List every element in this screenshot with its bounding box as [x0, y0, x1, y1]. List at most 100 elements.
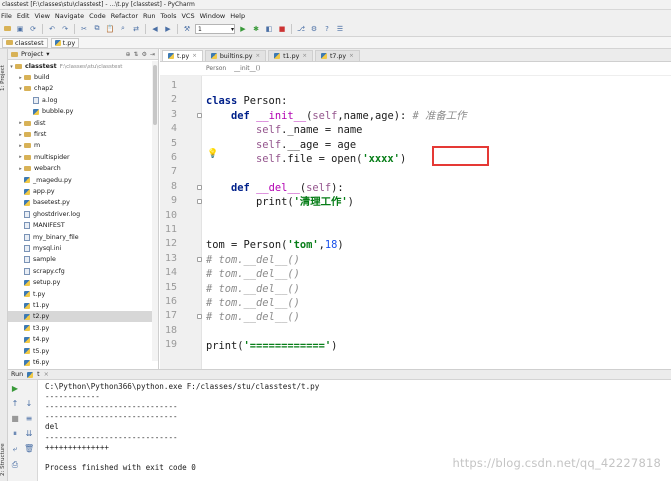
forward-icon[interactable]: ▶ — [163, 24, 173, 34]
wrap-icon[interactable]: ⤶ — [10, 444, 20, 454]
menu-navigate[interactable]: Navigate — [54, 12, 88, 20]
run-tab[interactable]: t — [37, 371, 39, 378]
code-line[interactable]: def __del__(self): — [206, 181, 344, 195]
locate-icon[interactable]: ⊕ — [126, 51, 131, 58]
chevron-right-icon[interactable]: ▸ — [17, 75, 24, 81]
code-line[interactable]: self._name = name — [206, 123, 362, 137]
copy-icon[interactable]: ⧉ — [92, 24, 102, 34]
code-line[interactable]: class Person: — [206, 94, 287, 108]
tree-item[interactable]: my_binary_file — [8, 232, 158, 243]
chevron-down-icon[interactable]: ▾ — [17, 86, 24, 92]
tree-item[interactable]: a.log — [8, 95, 158, 106]
vcs-icon[interactable]: ⎇ — [296, 24, 306, 34]
close-icon[interactable]: × — [44, 371, 49, 378]
tree-item[interactable]: t6.py — [8, 357, 158, 368]
tree-item[interactable]: ▸ multispider — [8, 152, 158, 163]
build-icon[interactable]: ⚒ — [182, 24, 192, 34]
tree-item[interactable]: ▸ m — [8, 140, 158, 151]
find-icon[interactable]: ⌕ — [118, 24, 128, 34]
help-icon[interactable]: ? — [322, 24, 332, 34]
undo-icon[interactable]: ↶ — [47, 24, 57, 34]
stop-icon[interactable]: ■ — [277, 24, 287, 34]
run-icon[interactable]: ▶ — [238, 24, 248, 34]
editor-tab[interactable]: t1.py × — [268, 50, 313, 61]
settings-icon[interactable]: ⚙ — [309, 24, 319, 34]
tree-item[interactable]: t5.py — [8, 346, 158, 357]
menu-file[interactable]: File — [0, 12, 16, 20]
close-icon[interactable]: × — [302, 53, 307, 59]
gear-icon[interactable]: ⚙ — [142, 51, 147, 58]
print-icon[interactable]: ⎙ — [10, 460, 20, 470]
menu-code[interactable]: Code — [88, 12, 110, 20]
tree-item[interactable]: ▸ first — [8, 129, 158, 140]
chevron-right-icon[interactable]: ▸ — [17, 120, 24, 126]
tree-item[interactable]: t4.py — [8, 334, 158, 345]
project-scrollbar[interactable] — [152, 61, 158, 361]
code-line[interactable]: # tom.__del__() — [206, 267, 300, 281]
structure-icon[interactable]: ☰ — [335, 24, 345, 34]
tree-item[interactable]: ▸ webarch — [8, 163, 158, 174]
tree-item[interactable]: sample — [8, 254, 158, 265]
code-line[interactable]: tom = Person('tom',18) — [206, 238, 344, 252]
menu-view[interactable]: View — [33, 12, 53, 20]
scroll-up-icon[interactable]: ↑ — [10, 399, 20, 409]
tree-item[interactable]: bubble.py — [8, 106, 158, 117]
scroll-down-icon[interactable]: ↓ — [24, 399, 34, 409]
structure-tool-tab[interactable]: 2: Structure — [0, 441, 8, 479]
breadcrumb-file[interactable]: t.py — [50, 37, 80, 48]
code-line[interactable]: # tom.__del__() — [206, 310, 300, 324]
menu-run[interactable]: Run — [142, 12, 159, 20]
code-editor[interactable]: class Person: def __init__(self,name,age… — [203, 76, 671, 369]
hide-icon[interactable]: ⇥ — [150, 51, 155, 58]
replace-icon[interactable]: ⇄ — [131, 24, 141, 34]
tree-item[interactable]: app.py — [8, 186, 158, 197]
close-icon[interactable]: × — [192, 53, 197, 59]
breadcrumb-class[interactable]: Person — [206, 65, 226, 72]
menu-tools[interactable]: Tools — [159, 12, 180, 20]
close-icon[interactable]: × — [349, 53, 354, 59]
open-folder-icon[interactable] — [2, 24, 12, 34]
soft-wrap-icon[interactable]: ≡ — [24, 414, 34, 424]
sync-icon[interactable]: ⟳ — [28, 24, 38, 34]
tree-item[interactable]: ▾ chap2 — [8, 83, 158, 94]
tree-item[interactable]: ▸ dist — [8, 118, 158, 129]
menu-vcs[interactable]: VCS — [180, 12, 198, 20]
tree-item[interactable]: ▸ build — [8, 72, 158, 83]
tree-item[interactable]: t1.py — [8, 300, 158, 311]
cut-icon[interactable]: ✂ — [79, 24, 89, 34]
tree-item[interactable]: MANIFEST — [8, 220, 158, 231]
chevron-right-icon[interactable]: ▸ — [17, 166, 24, 172]
close-icon[interactable]: × — [256, 53, 261, 59]
project-view-select[interactable]: Project — [21, 50, 43, 58]
menu-window[interactable]: Window — [199, 12, 230, 20]
rerun-icon[interactable]: ▶ — [10, 384, 20, 394]
tree-item[interactable]: scrapy.cfg — [8, 266, 158, 277]
tree-item[interactable]: t2.py — [8, 311, 158, 323]
coverage-icon[interactable]: ◧ — [264, 24, 274, 34]
stop-icon[interactable]: ■ — [10, 414, 20, 424]
menu-edit[interactable]: Edit — [16, 12, 34, 20]
code-line[interactable]: def __init__(self,name,age): # 准备工作 — [206, 109, 467, 123]
save-all-icon[interactable]: ▣ — [15, 24, 25, 34]
fold-marker-icon[interactable] — [197, 112, 202, 118]
fold-marker-icon[interactable] — [197, 184, 202, 190]
editor-tab[interactable]: t7.py × — [314, 50, 360, 61]
code-line[interactable]: # tom.__del__() — [206, 253, 300, 267]
menu-help[interactable]: Help — [229, 12, 249, 20]
fold-marker-icon[interactable] — [197, 256, 202, 262]
fold-marker-icon[interactable] — [197, 199, 202, 205]
code-line[interactable]: print('============') — [206, 339, 337, 353]
tree-item[interactable]: t3.py — [8, 323, 158, 334]
debug-icon[interactable]: ✱ — [251, 24, 261, 34]
editor-tab[interactable]: builtins.py × — [204, 50, 267, 61]
scroll-end-icon[interactable]: ⇊ — [24, 429, 34, 439]
chevron-right-icon[interactable]: ▸ — [17, 143, 24, 149]
chevron-right-icon[interactable]: ▸ — [17, 154, 24, 160]
menu-refactor[interactable]: Refactor — [110, 12, 142, 20]
tree-root[interactable]: ▾ classtest F:\classes\stu\classtest — [8, 61, 158, 72]
chevron-down-icon[interactable]: ▾ — [46, 50, 49, 58]
pause-icon[interactable]: ⏸ — [10, 429, 20, 439]
breadcrumb-project[interactable]: classtest — [2, 37, 48, 48]
code-line[interactable]: self.file = open('xxxx') — [206, 152, 406, 166]
back-icon[interactable]: ◀ — [150, 24, 160, 34]
